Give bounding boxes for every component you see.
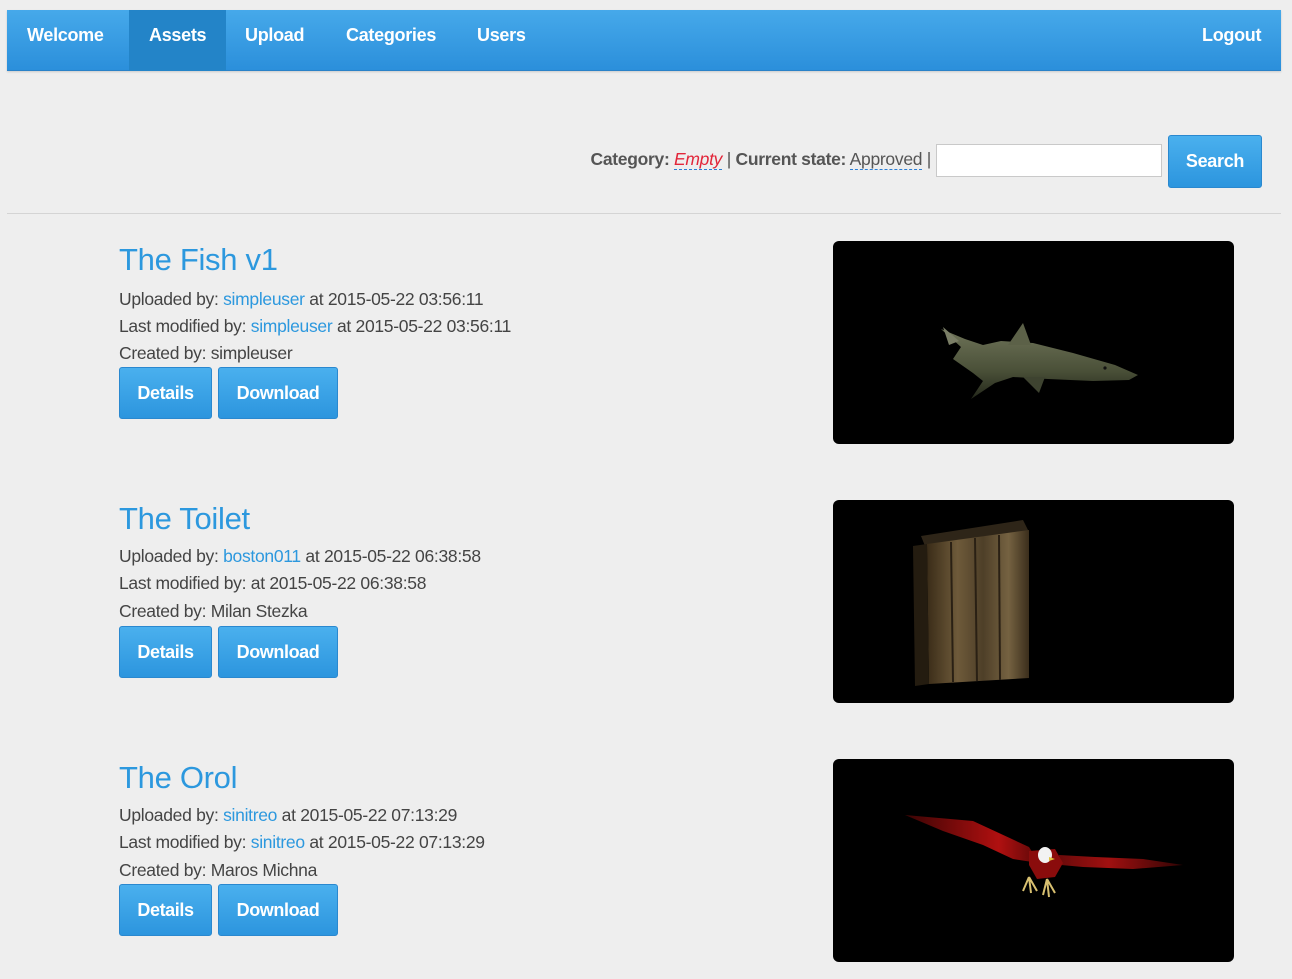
eagle-model-image <box>905 815 1183 898</box>
uploader-link[interactable]: sinitreo <box>223 805 277 825</box>
shark-model-image <box>941 323 1138 399</box>
separator: | <box>926 149 932 169</box>
created-label: Created by: <box>119 343 207 363</box>
asset-thumbnail[interactable] <box>833 759 1234 962</box>
uploaded-label: Uploaded by: <box>119 546 219 566</box>
creator-name: Maros Michna <box>210 860 318 880</box>
search-input[interactable] <box>936 144 1162 177</box>
creator-name: Milan Stezka <box>210 601 308 621</box>
nav-categories[interactable]: Categories <box>326 10 456 71</box>
created-label: Created by: <box>119 601 207 621</box>
details-button[interactable]: Details <box>119 367 212 419</box>
modified-label: Last modified by: <box>119 573 247 593</box>
asset-title[interactable]: The Toilet <box>119 501 250 537</box>
uploader-link[interactable]: simpleuser <box>223 289 305 309</box>
search-button[interactable]: Search <box>1168 135 1262 188</box>
filter-bar: Category: Empty | Current state: Approve… <box>590 149 931 170</box>
uploaded-at: at 2015-05-22 07:13:29 <box>281 805 458 825</box>
uploader-link[interactable]: boston011 <box>223 546 301 566</box>
modified-line: Last modified by: sinitreo at 2015-05-22… <box>119 832 485 853</box>
modified-at: at 2015-05-22 06:38:58 <box>250 573 427 593</box>
details-button[interactable]: Details <box>119 626 212 678</box>
uploaded-line: Uploaded by: simpleuser at 2015-05-22 03… <box>119 289 484 310</box>
separator: | <box>726 149 732 169</box>
details-button[interactable]: Details <box>119 884 212 936</box>
asset-title[interactable]: The Fish v1 <box>119 242 278 278</box>
uploaded-line: Uploaded by: boston011 at 2015-05-22 06:… <box>119 546 481 567</box>
created-label: Created by: <box>119 860 207 880</box>
uploaded-label: Uploaded by: <box>119 289 219 309</box>
modified-line: Last modified by: at 2015-05-22 06:38:58 <box>119 573 426 594</box>
asset-thumbnail[interactable] <box>833 500 1234 703</box>
outhouse-model-image <box>913 520 1029 686</box>
nav-logout[interactable]: Logout <box>1182 10 1281 71</box>
asset-item: The Orol Uploaded by: sinitreo at 2015-0… <box>0 759 1292 970</box>
asset-item: The Fish v1 Uploaded by: simpleuser at 2… <box>0 241 1292 452</box>
download-button[interactable]: Download <box>218 367 338 419</box>
category-label: Category: <box>590 149 670 169</box>
state-label: Current state: <box>735 149 847 169</box>
asset-item: The Toilet Uploaded by: boston011 at 201… <box>0 500 1292 711</box>
created-line: Created by: Maros Michna <box>119 860 317 881</box>
nav-welcome[interactable]: Welcome <box>7 10 124 71</box>
modifier-link[interactable]: simpleuser <box>251 316 333 336</box>
state-value[interactable]: Approved <box>849 149 922 170</box>
download-button[interactable]: Download <box>218 626 338 678</box>
nav-users[interactable]: Users <box>457 10 546 71</box>
modified-label: Last modified by: <box>119 316 247 336</box>
uploaded-line: Uploaded by: sinitreo at 2015-05-22 07:1… <box>119 805 457 826</box>
nav-assets[interactable]: Assets <box>129 10 227 71</box>
modifier-link[interactable]: sinitreo <box>251 832 305 852</box>
nav-upload[interactable]: Upload <box>225 10 324 71</box>
top-navbar: Welcome Assets Upload Categories Users L… <box>7 10 1281 71</box>
filter-toolbar: Category: Empty | Current state: Approve… <box>7 71 1281 214</box>
download-button[interactable]: Download <box>218 884 338 936</box>
created-line: Created by: simpleuser <box>119 343 293 364</box>
asset-title[interactable]: The Orol <box>119 760 238 796</box>
uploaded-at: at 2015-05-22 03:56:11 <box>309 289 484 309</box>
category-value[interactable]: Empty <box>674 149 722 170</box>
uploaded-label: Uploaded by: <box>119 805 219 825</box>
modified-at: at 2015-05-22 07:13:29 <box>309 832 485 852</box>
created-line: Created by: Milan Stezka <box>119 601 308 622</box>
asset-thumbnail[interactable] <box>833 241 1234 444</box>
uploaded-at: at 2015-05-22 06:38:58 <box>305 546 481 566</box>
modified-line: Last modified by: simpleuser at 2015-05-… <box>119 316 511 337</box>
creator-name: simpleuser <box>210 343 293 363</box>
modified-at: at 2015-05-22 03:56:11 <box>336 316 512 336</box>
modified-label: Last modified by: <box>119 832 247 852</box>
